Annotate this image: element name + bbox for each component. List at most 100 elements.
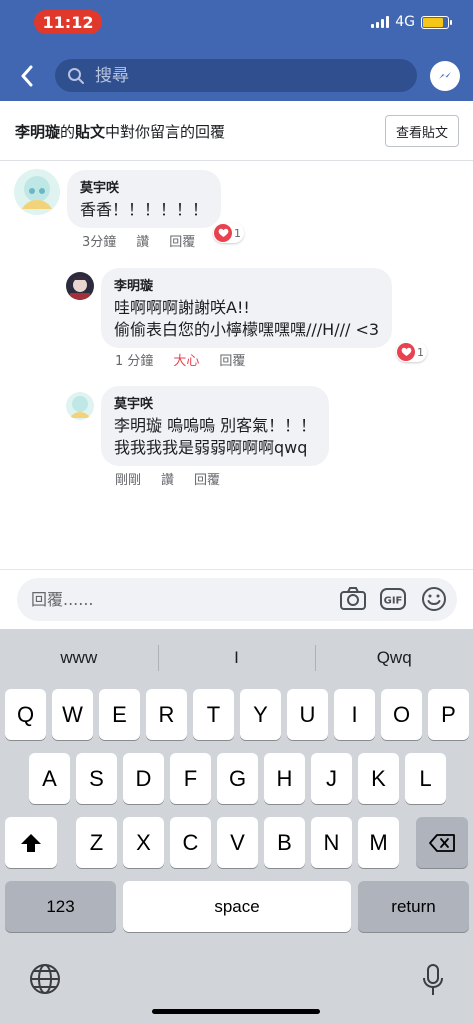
battery-level <box>423 17 444 27</box>
reply-input[interactable] <box>31 590 321 609</box>
space-key[interactable]: space <box>123 881 351 932</box>
heart-icon <box>397 343 415 361</box>
top-bar: 11:12 4G <box>0 0 473 101</box>
comment-author[interactable]: 莫宇咲 <box>80 177 208 196</box>
suggestion-item[interactable]: www <box>0 629 158 687</box>
key[interactable]: H <box>264 753 305 804</box>
camera-icon[interactable] <box>339 586 367 616</box>
comment-text: 我我我我是弱弱啊啊啊qwq <box>114 438 308 457</box>
search-input[interactable] <box>95 65 395 86</box>
reply-button[interactable]: 回覆 <box>169 231 195 250</box>
key[interactable]: O <box>381 689 422 740</box>
return-key[interactable]: return <box>358 881 469 932</box>
reply-context-header: 李明璇的貼文中對你留言的回覆 查看貼文 <box>0 101 473 161</box>
key[interactable]: I <box>334 689 375 740</box>
key[interactable]: D <box>123 753 164 804</box>
reaction-count: 1 <box>234 226 241 240</box>
shift-key[interactable] <box>5 817 57 868</box>
comment-text: 李明璇 嗚嗚嗚 別客氣！！！ <box>114 416 317 435</box>
key[interactable]: B <box>264 817 305 868</box>
shift-icon <box>21 833 41 852</box>
avatar[interactable] <box>66 392 94 420</box>
status-indicators: 4G <box>371 14 452 30</box>
avatar[interactable] <box>66 272 94 300</box>
network-label: 4G <box>395 14 415 30</box>
comment-actions: 1 分鐘 大心 回覆 <box>115 350 245 369</box>
reaction-badge[interactable]: 1 <box>213 223 244 243</box>
header-author[interactable]: 李明璇 <box>15 123 60 141</box>
header-suffix: 中對你留言的回覆 <box>105 123 226 141</box>
backspace-icon <box>429 833 455 852</box>
key[interactable]: G <box>217 753 258 804</box>
header-text: 李明璇的貼文中對你留言的回覆 <box>15 121 225 142</box>
header-post-link[interactable]: 貼文 <box>75 123 105 141</box>
status-time: 11:12 <box>34 10 102 34</box>
key[interactable]: X <box>123 817 164 868</box>
reaction-count: 1 <box>417 345 424 359</box>
key[interactable]: Z <box>76 817 117 868</box>
suggestion-bar: www I Qwq <box>0 629 473 687</box>
love-reaction-button[interactable]: 大心 <box>173 350 199 369</box>
comment-bubble: 莫宇咲 香香！！！！！！ <box>67 170 222 228</box>
key[interactable]: S <box>76 753 117 804</box>
key[interactable]: R <box>146 689 187 740</box>
svg-text:GIF: GIF <box>384 596 403 607</box>
reaction-badge[interactable]: 1 <box>396 342 427 362</box>
comment-text: 偷偷表白您的小檸檬嘿嘿嘿///H/// <3 <box>114 320 380 339</box>
key[interactable]: K <box>358 753 399 804</box>
home-indicator[interactable] <box>152 1009 320 1014</box>
globe-icon[interactable] <box>29 963 61 999</box>
messenger-icon <box>439 72 451 79</box>
comment-author[interactable]: 莫宇咲 <box>114 393 316 412</box>
signal-icon <box>371 16 390 28</box>
key[interactable]: T <box>193 689 234 740</box>
emoji-icon[interactable] <box>421 586 447 616</box>
key[interactable]: F <box>170 753 211 804</box>
back-button[interactable] <box>14 62 40 90</box>
keyboard: www I Qwq Q W E R T Y U I O P A S D F G … <box>0 629 473 1024</box>
key[interactable]: U <box>287 689 328 740</box>
key[interactable]: P <box>428 689 469 740</box>
reply-button[interactable]: 回覆 <box>219 350 245 369</box>
comment-time: 剛剛 <box>115 473 142 488</box>
microphone-icon[interactable] <box>421 963 445 1001</box>
like-button[interactable]: 讚 <box>161 469 174 488</box>
search-icon <box>68 67 84 84</box>
key[interactable]: A <box>29 753 70 804</box>
gif-icon[interactable]: GIF <box>379 586 407 616</box>
comment-time: 3分鐘 <box>82 235 117 250</box>
like-button[interactable]: 讚 <box>136 231 149 250</box>
key[interactable]: M <box>358 817 399 868</box>
key[interactable]: N <box>311 817 352 868</box>
key[interactable]: L <box>405 753 446 804</box>
reply-button[interactable]: 回覆 <box>194 469 220 488</box>
view-post-button[interactable]: 查看貼文 <box>385 115 459 147</box>
comment-actions: 剛剛 讚 回覆 <box>115 469 220 488</box>
suggestion-item[interactable]: I <box>157 629 316 687</box>
suggestion-item[interactable]: Qwq <box>315 629 473 687</box>
header-post-word: 的 <box>60 123 76 141</box>
comment-time: 1 分鐘 <box>115 354 154 369</box>
comment-actions: 3分鐘 讚 回覆 <box>82 231 195 250</box>
heart-icon <box>214 224 232 242</box>
key[interactable]: E <box>99 689 140 740</box>
key[interactable]: V <box>217 817 258 868</box>
comment-bubble: 李明璇 哇啊啊啊謝謝咲A!! 偷偷表白您的小檸檬嘿嘿嘿///H/// <3 <box>101 268 393 348</box>
comment-author[interactable]: 李明璇 <box>114 275 379 294</box>
numbers-key[interactable]: 123 <box>5 881 116 932</box>
key[interactable]: Y <box>240 689 281 740</box>
avatar[interactable] <box>14 169 60 215</box>
comment-bubble: 莫宇咲 李明璇 嗚嗚嗚 別客氣！！！ 我我我我是弱弱啊啊啊qwq <box>101 386 330 466</box>
delete-key[interactable] <box>416 817 468 868</box>
comment-text: 哇啊啊啊謝謝咲A!! <box>114 298 250 317</box>
key[interactable]: C <box>170 817 211 868</box>
chevron-left-icon <box>21 65 33 87</box>
key[interactable]: J <box>311 753 352 804</box>
key[interactable]: W <box>52 689 93 740</box>
search-bar[interactable] <box>55 59 417 92</box>
reply-bar: GIF <box>0 569 473 629</box>
key[interactable]: Q <box>5 689 46 740</box>
reply-box[interactable]: GIF <box>17 578 457 621</box>
messenger-button[interactable] <box>430 61 460 91</box>
battery-icon <box>421 15 452 29</box>
